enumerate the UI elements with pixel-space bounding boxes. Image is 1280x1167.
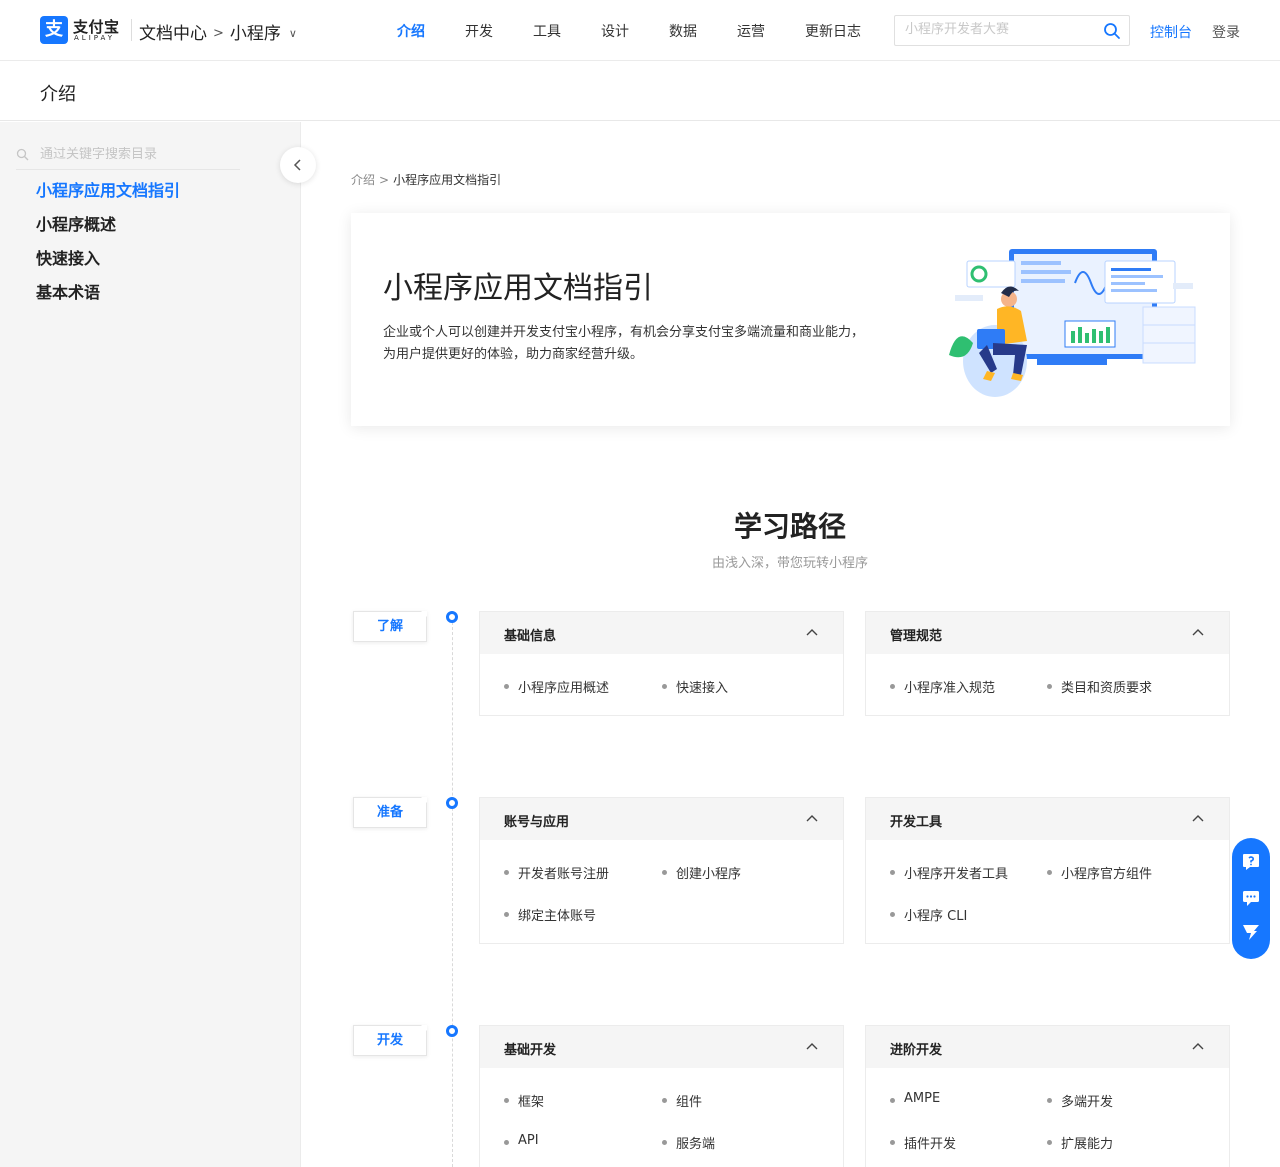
alipay-logo[interactable]: 支 支付宝 ALIPAY: [40, 15, 124, 45]
card-link[interactable]: API: [504, 1133, 539, 1148]
chevron-up-icon[interactable]: [1191, 627, 1205, 637]
page-title: 小程序应用文档指引: [383, 271, 653, 306]
path-card-advanced-dev: 进阶开发 AMPE 多端开发 插件开发 扩展能力: [865, 1025, 1230, 1167]
sidebar-search-input[interactable]: [40, 147, 236, 162]
card-link[interactable]: 小程序官方组件: [1046, 863, 1152, 882]
card-link[interactable]: 小程序 CLI: [889, 905, 967, 924]
path-card-management: 管理规范 小程序准入规范 类目和资质要求: [865, 611, 1230, 716]
doc-center-link[interactable]: 文档中心: [139, 24, 207, 44]
nav-design[interactable]: 设计: [601, 21, 629, 41]
breadcrumb: 介绍 > 小程序应用文档指引: [351, 171, 501, 188]
card-link[interactable]: 小程序准入规范: [889, 677, 995, 696]
learning-path-title: 学习路径: [733, 510, 846, 543]
sidebar-search: [16, 144, 240, 170]
help-icon[interactable]: [1241, 852, 1261, 872]
card-header[interactable]: 管理规范: [866, 612, 1229, 654]
breadcrumb-current: 小程序应用文档指引: [393, 173, 502, 187]
breadcrumb-parent[interactable]: 介绍: [351, 173, 375, 187]
card-title: 基础信息: [504, 629, 557, 644]
learning-path-subtitle: 由浅入深，带您玩转小程序: [711, 556, 868, 571]
chevron-up-icon[interactable]: [805, 813, 819, 823]
search-icon: [16, 148, 29, 161]
breadcrumb-separator: >: [379, 173, 390, 187]
nav-tools[interactable]: 工具: [533, 21, 561, 41]
floating-help-widget: [1232, 838, 1270, 959]
top-search: [894, 15, 1130, 46]
sidebar-item-overview[interactable]: 小程序概述: [36, 211, 116, 235]
card-link[interactable]: 类目和资质要求: [1046, 677, 1152, 696]
sidebar: 小程序应用文档指引 小程序概述 快速接入 基本术语: [0, 122, 301, 1167]
timeline-line: [452, 617, 453, 1167]
search-icon[interactable]: [1103, 22, 1121, 40]
card-link[interactable]: 小程序应用概述: [503, 677, 609, 696]
developer-illustration: [949, 249, 1196, 397]
card-link[interactable]: 快速接入: [661, 677, 728, 696]
stage-tag-develop: 开发: [353, 1025, 427, 1056]
product-name: 小程序: [229, 24, 281, 44]
nav-changelog[interactable]: 更新日志: [805, 21, 861, 41]
card-title: 账号与应用: [504, 815, 570, 830]
chevron-up-icon[interactable]: [805, 627, 819, 637]
card-title: 基础开发: [504, 1043, 557, 1058]
card-header[interactable]: 基础开发: [480, 1026, 843, 1068]
section-header: 介绍: [0, 61, 1280, 121]
logo-divider: [131, 19, 132, 41]
chevron-up-icon[interactable]: [1191, 1041, 1205, 1051]
card-title: 开发工具: [890, 815, 943, 830]
login-link[interactable]: 登录: [1212, 22, 1240, 42]
timeline-dot: [446, 797, 458, 809]
card-header[interactable]: 进阶开发: [866, 1026, 1229, 1068]
hero-description: 企业或个人可以创建并开发支付宝小程序，有机会分享支付宝多端流量和商业能力， 为用户…: [383, 322, 923, 366]
alipay-logo-icon: 支: [40, 16, 68, 44]
card-link[interactable]: 开发者账号注册: [503, 863, 609, 882]
chat-icon[interactable]: [1241, 888, 1261, 908]
top-bar: 支 支付宝 ALIPAY 文档中心 > 小程序 ∨ 介绍 开发 工具 设计 数据 运营…: [0, 0, 1280, 61]
card-link[interactable]: 小程序开发者工具: [889, 863, 1008, 882]
card-link[interactable]: 服务端: [661, 1133, 715, 1152]
nav-data[interactable]: 数据: [669, 21, 697, 41]
card-link[interactable]: 插件开发: [889, 1133, 956, 1152]
sidebar-item-doc-guide[interactable]: 小程序应用文档指引: [36, 177, 180, 201]
console-link[interactable]: 控制台: [1150, 22, 1192, 42]
card-title: 进阶开发: [890, 1043, 943, 1058]
timeline-dot: [446, 611, 458, 623]
nav-develop[interactable]: 开发: [465, 21, 493, 41]
card-link[interactable]: 组件: [661, 1091, 702, 1110]
hero-card: 小程序应用文档指引 企业或个人可以创建并开发支付宝小程序，有机会分享支付宝多端流…: [351, 213, 1230, 426]
card-link[interactable]: 多端开发: [1046, 1091, 1113, 1110]
stage-tag-understand: 了解: [353, 611, 427, 642]
chevron-down-icon[interactable]: ∨: [289, 27, 297, 40]
chevron-left-icon: [293, 159, 301, 171]
sidebar-collapse-button[interactable]: [280, 147, 316, 183]
path-card-dev-tools: 开发工具 小程序开发者工具 小程序官方组件 小程序 CLI: [865, 797, 1230, 944]
sidebar-item-quick-start[interactable]: 快速接入: [36, 245, 100, 269]
path-card-account: 账号与应用 开发者账号注册 创建小程序 绑定主体账号: [479, 797, 844, 944]
path-card-basic-dev: 基础开发 框架 组件 API 服务端: [479, 1025, 844, 1167]
section-title: 介绍: [40, 84, 76, 105]
chevron-up-icon[interactable]: [805, 1041, 819, 1051]
hero-desc-line-1: 企业或个人可以创建并开发支付宝小程序，有机会分享支付宝多端流量和商业能力，: [383, 325, 865, 340]
card-header[interactable]: 基础信息: [480, 612, 843, 654]
hero-desc-line-2: 为用户提供更好的体验，助力商家经营升级。: [383, 347, 644, 362]
card-link[interactable]: 创建小程序: [661, 863, 741, 882]
search-input[interactable]: [905, 22, 1095, 37]
feedback-icon[interactable]: [1241, 922, 1261, 942]
card-link[interactable]: 框架: [503, 1091, 544, 1110]
timeline-dot: [446, 1025, 458, 1037]
card-title: 管理规范: [890, 629, 943, 644]
logo-text-en: ALIPAY: [74, 34, 116, 42]
card-header[interactable]: 开发工具: [866, 798, 1229, 840]
path-card-basic-info: 基础信息 小程序应用概述 快速接入: [479, 611, 844, 716]
card-link[interactable]: 绑定主体账号: [503, 905, 596, 924]
card-link[interactable]: AMPE: [889, 1091, 940, 1106]
sidebar-item-terms[interactable]: 基本术语: [36, 279, 100, 303]
stage-tag-prepare: 准备: [353, 797, 427, 828]
nav-operation[interactable]: 运营: [737, 21, 765, 41]
nav-intro[interactable]: 介绍: [397, 21, 425, 41]
chevron-up-icon[interactable]: [1191, 813, 1205, 823]
breadcrumb-arrow-icon: >: [213, 26, 224, 41]
card-header[interactable]: 账号与应用: [480, 798, 843, 840]
card-link[interactable]: 扩展能力: [1046, 1133, 1113, 1152]
product-switcher[interactable]: 文档中心 > 小程序 ∨: [139, 19, 297, 44]
